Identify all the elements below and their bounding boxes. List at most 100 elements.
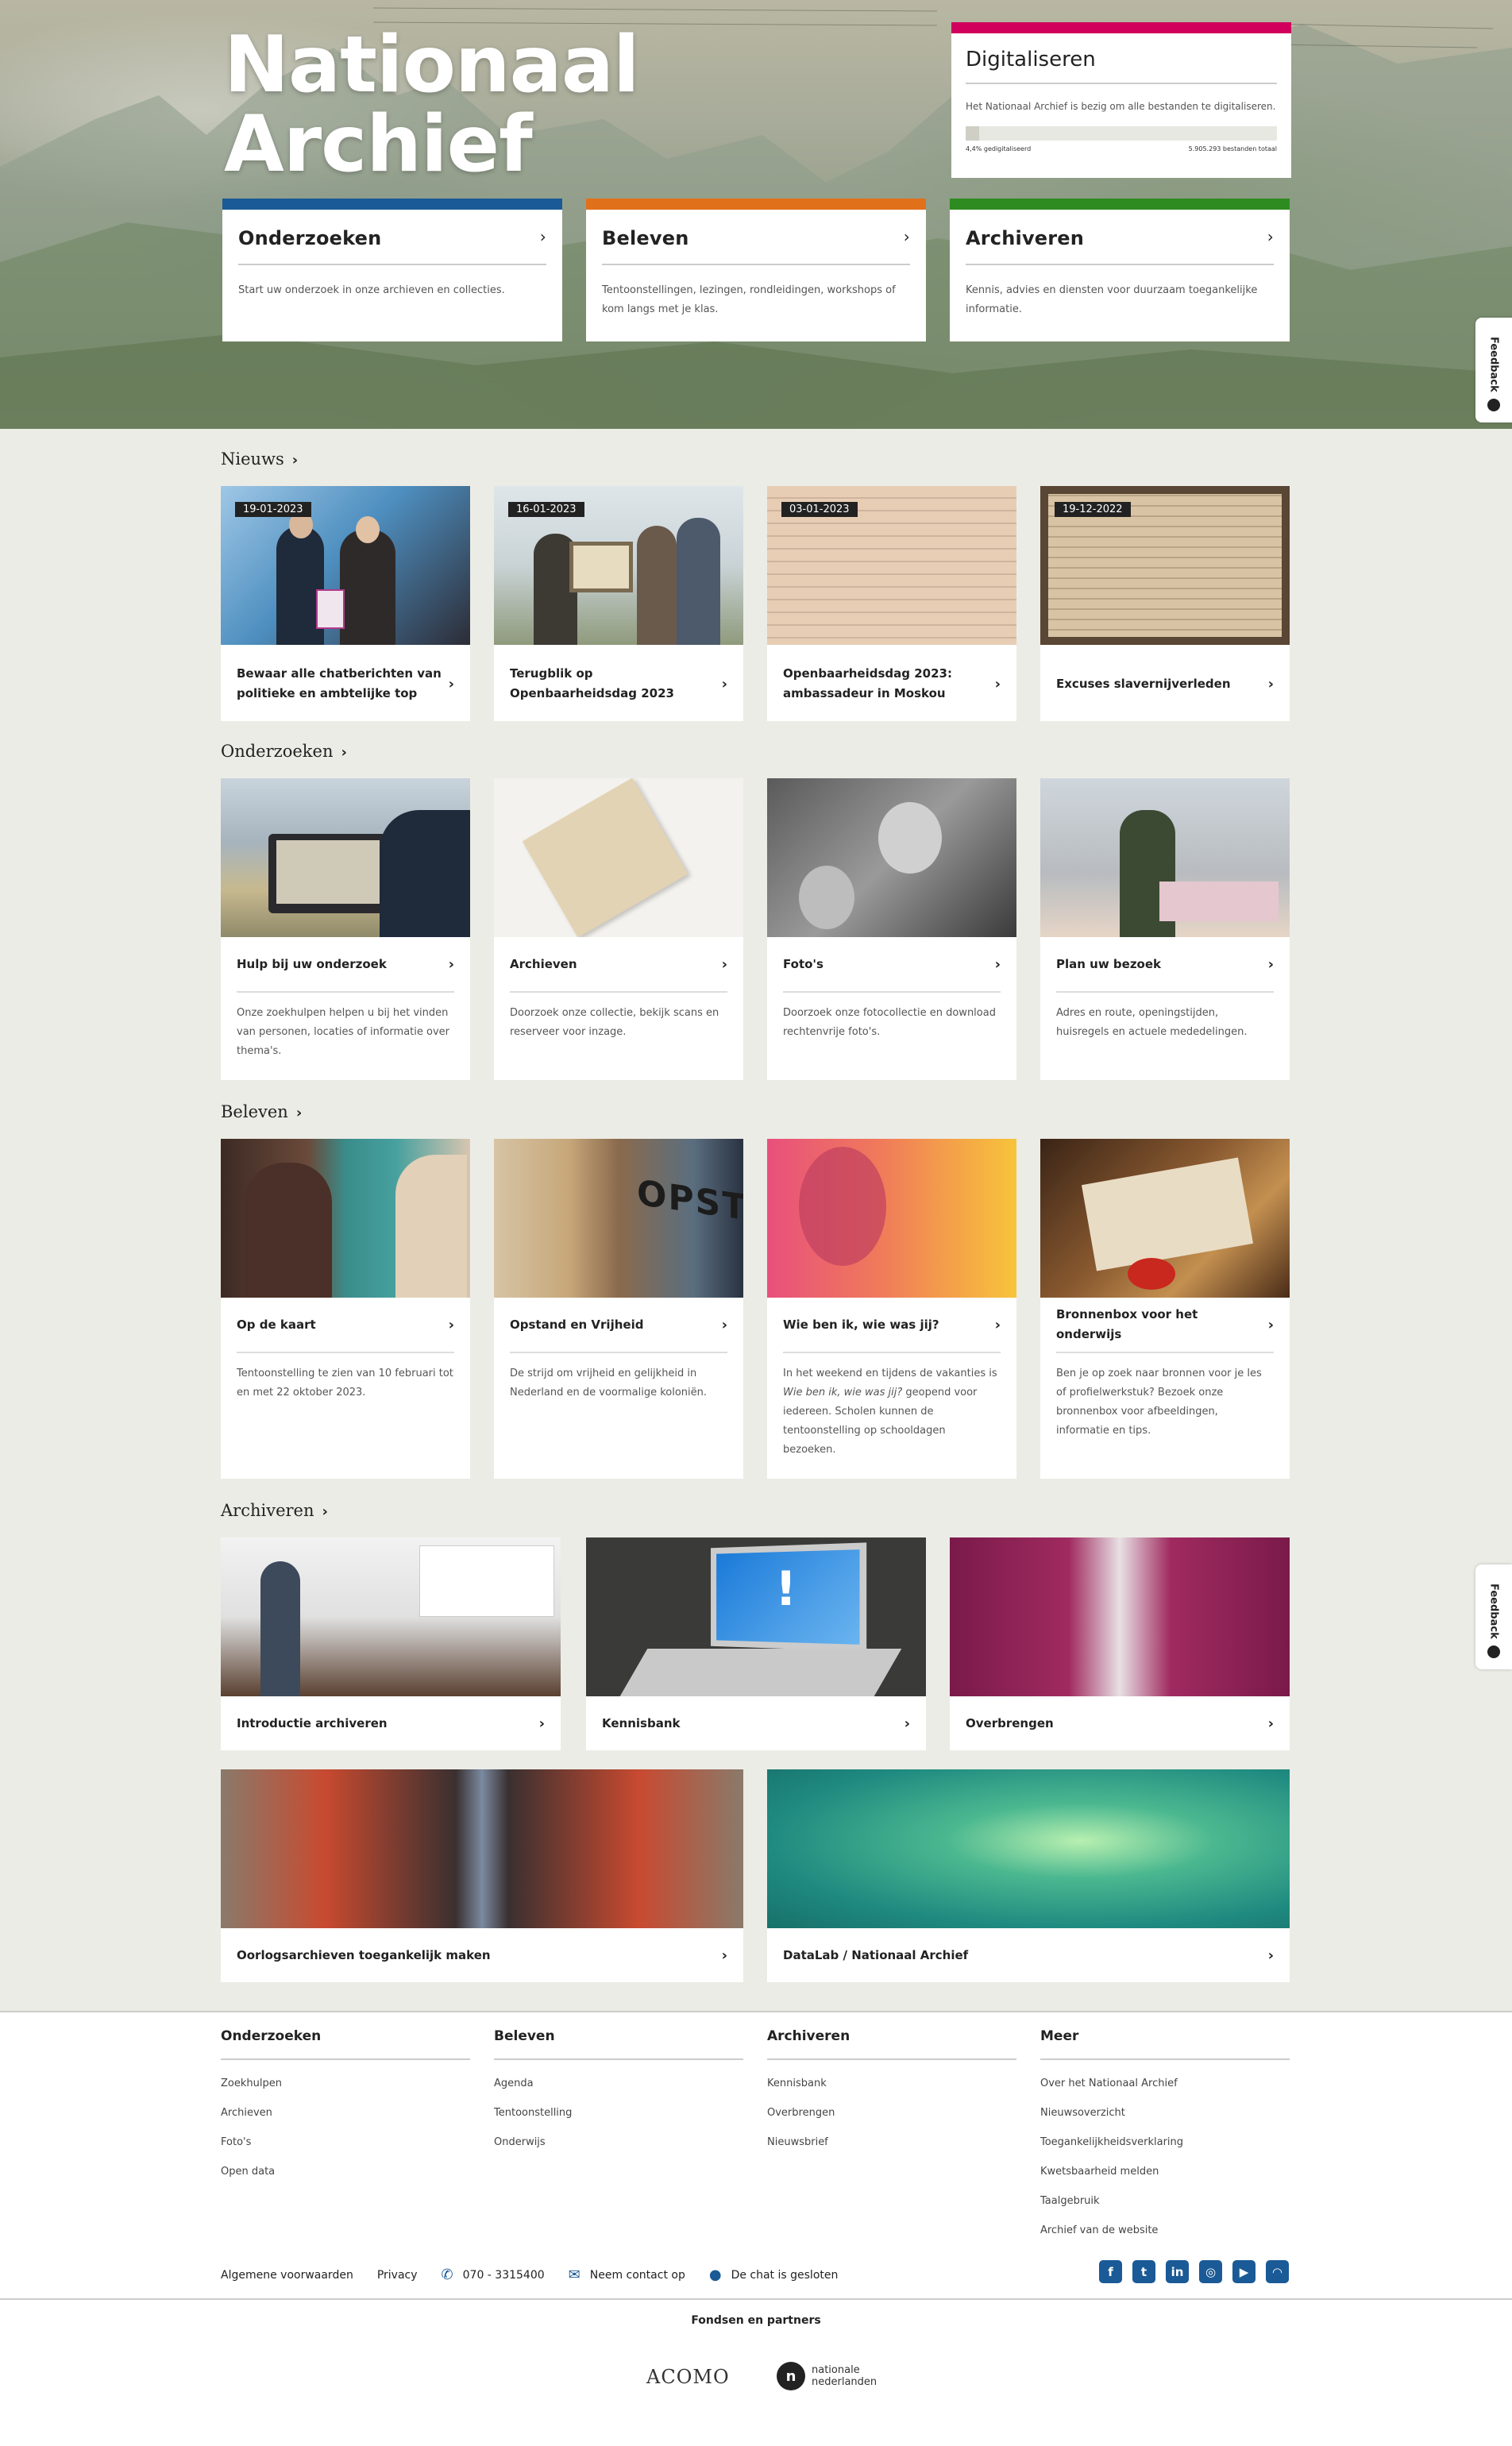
footer-link[interactable]: Tentoonstelling bbox=[494, 2107, 743, 2119]
card-title: Foto's bbox=[783, 956, 824, 971]
site-footer: Onderzoeken Zoekhulpen Archieven Foto's … bbox=[0, 2011, 1512, 2446]
card-title: Oorlogsarchieven toegankelijk maken bbox=[237, 1947, 491, 1962]
beleven-card[interactable]: OPSTAND Opstand en Vrijheid › De strijd o… bbox=[494, 1139, 743, 1479]
footer-link[interactable]: Toegankelijkheidsverklaring bbox=[1040, 2136, 1290, 2148]
rss-icon[interactable]: ◠ bbox=[1266, 2260, 1289, 2283]
footer-link[interactable]: Onderwijs bbox=[494, 2136, 743, 2148]
twitter-icon[interactable]: t bbox=[1132, 2260, 1155, 2283]
card-text: Ben je op zoek naar bronnen voor je les … bbox=[1056, 1368, 1262, 1437]
hero-card-archiveren[interactable]: Archiveren › Kennis, advies en diensten v… bbox=[950, 199, 1290, 341]
onderzoeken-card[interactable]: Hulp bij uw onderzoek › Onze zoekhulpen h… bbox=[221, 778, 470, 1080]
feedback-tab-floating[interactable]: Feedback bbox=[1475, 1564, 1512, 1669]
hero-card-text: Tentoonstellingen, lezingen, rondleiding… bbox=[602, 284, 896, 315]
section-heading-archiveren[interactable]: Archiveren › bbox=[221, 1501, 328, 1520]
card-title: Plan uw bezoek bbox=[1056, 956, 1162, 971]
hero-card-onderzoeken[interactable]: Onderzoeken › Start uw onderzoek in onze … bbox=[222, 199, 562, 341]
logo-line-2: Archief bbox=[224, 99, 533, 190]
chevron-right-icon: › bbox=[721, 1946, 727, 1964]
card-image bbox=[767, 1139, 1016, 1298]
news-card[interactable]: 19-01-2023 Bewaar alle chatberichten van… bbox=[221, 486, 470, 721]
chevron-right-icon: › bbox=[291, 452, 299, 469]
section-heading-onderzoeken[interactable]: Onderzoeken › bbox=[221, 742, 347, 761]
card-text: Onze zoekhulpen helpen u bij het vinden … bbox=[237, 1007, 450, 1057]
chevron-right-icon: › bbox=[721, 955, 727, 973]
partner-name-line: nederlanden bbox=[812, 2376, 878, 2388]
footer-link[interactable]: Agenda bbox=[494, 2078, 743, 2089]
footer-column-meer: Meer Over het Nationaal Archief Nieuwsov… bbox=[1040, 2028, 1290, 2236]
archiveren-card[interactable]: Introductie archiveren › bbox=[221, 1537, 561, 1750]
footer-link[interactable]: Kwetsbaarheid melden bbox=[1040, 2166, 1290, 2178]
footer-column-title: Onderzoeken bbox=[221, 2028, 470, 2060]
footer-link[interactable]: Zoekhulpen bbox=[221, 2078, 470, 2089]
news-card[interactable]: 03-01-2023 Openbaarheidsdag 2023: ambass… bbox=[767, 486, 1016, 721]
hero-card-text: Kennis, advies en diensten voor duurzaam… bbox=[966, 284, 1258, 315]
beleven-card[interactable]: Op de kaart › Tentoonstelling te zien van… bbox=[221, 1139, 470, 1479]
footer-link[interactable]: Open data bbox=[221, 2166, 470, 2178]
feedback-label: Feedback bbox=[1487, 1584, 1500, 1639]
archiveren-card[interactable]: Oorlogsarchieven toegankelijk maken › bbox=[221, 1769, 743, 1982]
instagram-icon[interactable]: ◎ bbox=[1199, 2260, 1222, 2283]
youtube-icon[interactable]: ▶ bbox=[1232, 2260, 1256, 2283]
footer-link[interactable]: Taalgebruik bbox=[1040, 2195, 1290, 2207]
hero-card-text: Start uw onderzoek in onze archieven en … bbox=[238, 284, 505, 296]
section-heading-nieuws[interactable]: Nieuws › bbox=[221, 449, 298, 469]
archiveren-card[interactable]: DataLab / Nationaal Archief › bbox=[767, 1769, 1290, 1982]
chevron-right-icon: › bbox=[721, 1316, 727, 1333]
chevron-right-icon: › bbox=[994, 675, 1001, 693]
footer-link[interactable]: Kennisbank bbox=[767, 2078, 1016, 2089]
card-image bbox=[1040, 1139, 1290, 1298]
news-card[interactable]: 16-01-2023 Terugblik op Openbaarheidsdag… bbox=[494, 486, 743, 721]
footer-link[interactable]: Over het Nationaal Archief bbox=[1040, 2078, 1290, 2089]
chevron-right-icon: › bbox=[994, 1316, 1001, 1333]
heading-text: Onderzoeken bbox=[221, 742, 334, 761]
page: Nationaal Archief Digitaliseren Het Nati… bbox=[0, 0, 1512, 2446]
hero-card-title: Onderzoeken bbox=[238, 227, 382, 249]
news-image: 19-12-2022 bbox=[1040, 486, 1290, 645]
section-heading-beleven[interactable]: Beleven › bbox=[221, 1102, 302, 1121]
chevron-right-icon: › bbox=[1267, 1316, 1274, 1333]
linkedin-icon[interactable]: in bbox=[1166, 2260, 1189, 2283]
site-logo-title[interactable]: Nationaal Archief bbox=[224, 25, 640, 190]
chevron-right-icon: › bbox=[904, 1715, 910, 1732]
hero-card-beleven[interactable]: Beleven › Tentoonstellingen, lezingen, ro… bbox=[586, 199, 926, 341]
footer-link[interactable]: Foto's bbox=[221, 2136, 470, 2148]
onderzoeken-card[interactable]: Archieven › Doorzoek onze collectie, beki… bbox=[494, 778, 743, 1080]
chevron-right-icon: › bbox=[295, 1105, 303, 1121]
contact-link[interactable]: Neem contact op bbox=[590, 2269, 685, 2282]
footer-link[interactable]: Archieven bbox=[221, 2107, 470, 2119]
chat-bubble-icon bbox=[1487, 398, 1500, 411]
footer-link[interactable]: Nieuwsbrief bbox=[767, 2136, 1016, 2148]
news-title: Excuses slavernijverleden bbox=[1056, 676, 1231, 691]
facebook-icon[interactable]: f bbox=[1099, 2260, 1122, 2283]
terms-link[interactable]: Algemene voorwaarden bbox=[221, 2269, 353, 2282]
hero-banner: Nationaal Archief Digitaliseren Het Nati… bbox=[0, 0, 1512, 429]
hero-card-title: Archiveren bbox=[966, 227, 1085, 249]
digitaliseren-title: Digitaliseren bbox=[966, 48, 1277, 84]
feedback-tab[interactable]: Feedback bbox=[1475, 318, 1512, 422]
phone-link[interactable]: 070 - 3315400 bbox=[463, 2269, 545, 2282]
progress-fill bbox=[966, 126, 980, 141]
beleven-card[interactable]: Bronnenbox voor het onderwijs › Ben je op… bbox=[1040, 1139, 1290, 1479]
footer-link[interactable]: Overbrengen bbox=[767, 2107, 1016, 2119]
social-links: f t in ◎ ▶ ◠ bbox=[1099, 2260, 1289, 2283]
partner-logo-acomo[interactable]: ACOMO bbox=[646, 2366, 730, 2388]
privacy-link[interactable]: Privacy bbox=[377, 2269, 418, 2282]
hero-card-title: Beleven bbox=[602, 227, 689, 249]
partner-logo-nationale-nederlanden[interactable]: n nationale nederlanden bbox=[777, 2362, 877, 2390]
footer-link[interactable]: Nieuwsoverzicht bbox=[1040, 2107, 1290, 2119]
onderzoeken-card[interactable]: Foto's › Doorzoek onze fotocollectie en d… bbox=[767, 778, 1016, 1080]
chevron-right-icon: › bbox=[448, 955, 454, 973]
archiveren-card[interactable]: Overbrengen › bbox=[950, 1537, 1290, 1750]
chat-status[interactable]: De chat is gesloten bbox=[731, 2269, 839, 2282]
news-card[interactable]: 19-12-2022 Excuses slavernijverleden › bbox=[1040, 486, 1290, 721]
date-badge: 03-01-2023 bbox=[781, 502, 858, 517]
onderzoeken-card[interactable]: Plan uw bezoek › Adres en route, openings… bbox=[1040, 778, 1290, 1080]
text-part: In het weekend en tijdens de vakanties i… bbox=[783, 1368, 997, 1379]
news-image: 16-01-2023 bbox=[494, 486, 743, 645]
card-text: Doorzoek onze fotocollectie en download … bbox=[783, 1007, 996, 1038]
beleven-card[interactable]: Wie ben ik, wie was jij? › In het weekend… bbox=[767, 1139, 1016, 1479]
archiveren-card[interactable]: ! Kennisbank › bbox=[586, 1537, 926, 1750]
footer-link[interactable]: Archief van de website bbox=[1040, 2224, 1290, 2236]
card-text: Adres en route, openingstijden, huisrege… bbox=[1056, 1007, 1248, 1038]
footer-bar: Algemene voorwaarden Privacy ✆ 070 - 3315… bbox=[221, 2267, 862, 2283]
